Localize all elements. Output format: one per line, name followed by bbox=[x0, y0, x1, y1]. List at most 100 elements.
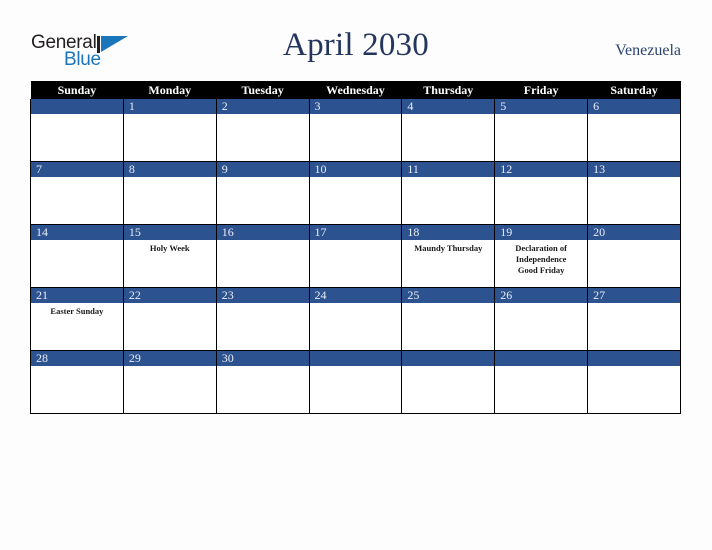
day-number: 18 bbox=[402, 225, 495, 240]
event-label: Good Friday bbox=[517, 265, 565, 275]
calendar-day-cell[interactable] bbox=[308, 350, 403, 414]
calendar-day-cell[interactable]: 18 Maundy Thursday bbox=[401, 224, 496, 288]
day-events bbox=[217, 114, 309, 117]
weekday-header-monday: Monday bbox=[123, 81, 217, 99]
day-events bbox=[588, 303, 680, 306]
calendar-day-cell[interactable]: 8 bbox=[122, 161, 217, 225]
calendar-day-cell[interactable] bbox=[494, 350, 589, 414]
day-events bbox=[124, 114, 216, 117]
day-number: 25 bbox=[402, 288, 495, 303]
calendar-day-cell[interactable]: 12 bbox=[494, 161, 589, 225]
country-label: Venezuela bbox=[615, 42, 681, 59]
calendar-day-cell[interactable]: 14 bbox=[30, 224, 124, 288]
calendar-day-cell[interactable]: 6 bbox=[587, 99, 681, 162]
page-header: General Blue April 2030 Venezuela bbox=[0, 0, 712, 80]
day-events bbox=[31, 366, 123, 369]
day-number: 9 bbox=[216, 162, 309, 177]
day-events: Maundy Thursday bbox=[402, 240, 494, 254]
weekday-header-saturday: Saturday bbox=[587, 81, 681, 99]
day-events bbox=[217, 240, 309, 243]
calendar-day-cell[interactable]: 7 bbox=[30, 161, 124, 225]
calendar-day-cell[interactable]: 2 bbox=[215, 99, 310, 162]
day-cell-content: 7 bbox=[31, 162, 123, 224]
day-events bbox=[402, 366, 494, 369]
calendar-day-cell[interactable]: 21 Easter Sunday bbox=[30, 287, 124, 351]
calendar-day-cell[interactable]: 16 bbox=[215, 224, 310, 288]
event-label: Declaration of Independence bbox=[515, 243, 567, 264]
day-events bbox=[588, 240, 680, 243]
day-number: 19 bbox=[495, 225, 588, 240]
weekday-header-friday: Friday bbox=[494, 81, 588, 99]
day-number: 14 bbox=[31, 225, 123, 240]
calendar-day-cell[interactable]: 25 bbox=[401, 287, 496, 351]
day-number: 28 bbox=[31, 351, 123, 366]
day-number: 7 bbox=[31, 162, 123, 177]
day-events bbox=[495, 114, 587, 117]
calendar-day-cell[interactable]: 17 bbox=[308, 224, 403, 288]
calendar-day-cell[interactable]: 26 bbox=[494, 287, 589, 351]
day-number: 6 bbox=[588, 99, 680, 114]
calendar-day-cell[interactable]: 20 bbox=[587, 224, 681, 288]
day-number: 15 bbox=[123, 225, 216, 240]
day-cell-content: 29 bbox=[123, 351, 216, 413]
day-events bbox=[402, 177, 494, 180]
calendar-day-cell[interactable]: 27 bbox=[587, 287, 681, 351]
day-number: 29 bbox=[123, 351, 216, 366]
day-number: 16 bbox=[216, 225, 309, 240]
day-cell-content bbox=[309, 351, 402, 413]
day-number: 26 bbox=[495, 288, 588, 303]
calendar-day-cell[interactable]: 13 bbox=[587, 161, 681, 225]
day-events bbox=[402, 114, 494, 117]
weekday-header-sunday: Sunday bbox=[30, 81, 124, 99]
day-cell-content: 27 bbox=[588, 288, 680, 350]
calendar-day-cell[interactable]: 10 bbox=[308, 161, 403, 225]
day-number: 21 bbox=[31, 288, 123, 303]
calendar-day-cell[interactable]: 5 bbox=[494, 99, 589, 162]
day-events: Declaration of Independence Good Friday bbox=[495, 240, 587, 276]
calendar-day-cell[interactable]: 23 bbox=[215, 287, 310, 351]
day-cell-content bbox=[402, 351, 495, 413]
day-cell-content: 30 bbox=[216, 351, 309, 413]
calendar-day-cell[interactable]: 15 Holy Week bbox=[122, 224, 217, 288]
day-number: 27 bbox=[588, 288, 680, 303]
calendar-day-cell[interactable]: 3 bbox=[308, 99, 403, 162]
day-events bbox=[310, 240, 402, 243]
day-cell-content: 28 bbox=[31, 351, 123, 413]
day-cell-content: 11 bbox=[402, 162, 495, 224]
calendar-day-cell[interactable]: 24 bbox=[308, 287, 403, 351]
day-cell-content: 22 bbox=[123, 288, 216, 350]
day-cell-content: 17 bbox=[309, 225, 402, 287]
day-events bbox=[217, 303, 309, 306]
day-number: 1 bbox=[123, 99, 216, 114]
calendar-day-cell[interactable] bbox=[30, 99, 124, 162]
day-number: 10 bbox=[309, 162, 402, 177]
calendar-day-cell[interactable] bbox=[587, 350, 681, 414]
calendar-week-row: 14 15 Holy Week 16 17 18 Maundy Thursday 19 Decl… bbox=[30, 224, 681, 288]
calendar-week-row: 21 Easter Sunday 22 23 24 25 26 27 bbox=[30, 287, 681, 351]
calendar-day-cell[interactable] bbox=[401, 350, 496, 414]
day-cell-content: 9 bbox=[216, 162, 309, 224]
day-events bbox=[495, 366, 587, 369]
calendar-day-cell[interactable]: 28 bbox=[30, 350, 124, 414]
day-events: Holy Week bbox=[124, 240, 216, 254]
day-cell-content: 18 Maundy Thursday bbox=[402, 225, 495, 287]
calendar-day-cell[interactable]: 1 bbox=[122, 99, 217, 162]
day-events bbox=[217, 366, 309, 369]
day-cell-content: 12 bbox=[495, 162, 588, 224]
event-label: Easter Sunday bbox=[50, 306, 104, 316]
calendar-day-cell[interactable]: 22 bbox=[122, 287, 217, 351]
weekday-header-thursday: Thursday bbox=[401, 81, 495, 99]
calendar-day-cell[interactable]: 4 bbox=[401, 99, 496, 162]
calendar-day-cell[interactable]: 11 bbox=[401, 161, 496, 225]
day-cell-content: 26 bbox=[495, 288, 588, 350]
calendar-day-cell[interactable]: 29 bbox=[122, 350, 217, 414]
calendar-day-cell[interactable]: 9 bbox=[215, 161, 310, 225]
calendar-day-cell[interactable]: 30 bbox=[215, 350, 310, 414]
day-cell-content bbox=[31, 99, 123, 161]
day-cell-content: 21 Easter Sunday bbox=[31, 288, 123, 350]
calendar-day-cell[interactable]: 19 Declaration of Independence Good Friday bbox=[494, 224, 589, 288]
day-cell-content: 14 bbox=[31, 225, 123, 287]
day-events bbox=[31, 114, 123, 117]
day-number: 12 bbox=[495, 162, 588, 177]
calendar-body: 1 2 3 4 5 6 7 8 9 10 11 12 13 14 15 Holy Week 16 17 18 Maun… bbox=[30, 99, 681, 414]
